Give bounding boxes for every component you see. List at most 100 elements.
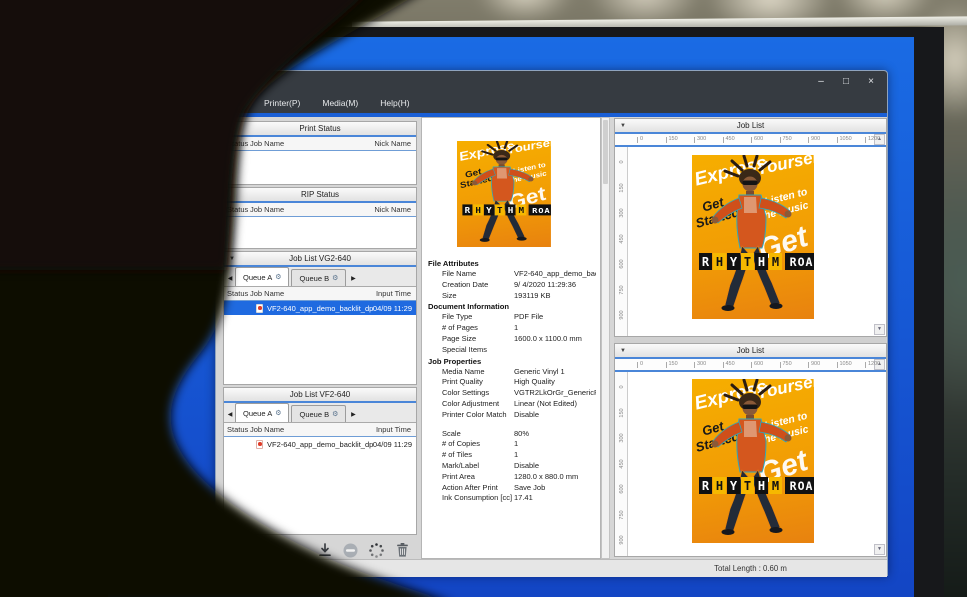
- ruler-tick-label: 300: [619, 432, 625, 444]
- preview-canvas: 0150300450600750900 Express Yourself Lis…: [615, 147, 886, 336]
- monitor-screen-desktop: – □ × Printer(P) Media(M) Help(H) Pri: [108, 37, 914, 597]
- ruler-tick-label: 900: [619, 309, 625, 321]
- poster-artwork: Express Yourself Listen to the music Get…: [457, 141, 551, 247]
- details-row: Ink Consumption [cc]17.41: [428, 493, 596, 504]
- ruler-tick-label: 150: [619, 182, 625, 194]
- tab-scroll-left-icon[interactable]: ◀: [225, 411, 235, 422]
- horizontal-ruler: ▲ 015030045060075090010501200: [615, 134, 886, 147]
- queue-settings-gear-icon[interactable]: ⚙: [275, 274, 281, 281]
- poster-title-letter: T: [741, 477, 754, 494]
- collapse-caret-icon[interactable]: ▼: [229, 256, 235, 262]
- poster-title-letter: H: [713, 253, 726, 270]
- tab-queue-a[interactable]: Queue A ⚙: [235, 267, 289, 286]
- maximize-button[interactable]: □: [840, 75, 852, 89]
- menu-help[interactable]: Help(H): [380, 98, 409, 108]
- ruler-tick-label: 1050: [840, 361, 852, 367]
- details-label: # of Copies: [428, 439, 514, 450]
- job-list-vf2640-header: Job List VF2-640: [224, 388, 416, 403]
- horizontal-ruler: ▲ 015030045060075090010501200: [615, 359, 886, 372]
- close-button[interactable]: ×: [865, 75, 877, 89]
- tab-scroll-right-icon[interactable]: ▶: [348, 411, 358, 422]
- queue-settings-gear-icon[interactable]: ⚙: [332, 275, 338, 282]
- pdf-file-icon: [256, 304, 263, 313]
- delete-job-trash-icon[interactable]: [394, 542, 411, 559]
- poster-title-letter: H: [755, 253, 768, 270]
- poster-title-letter: R: [462, 204, 472, 215]
- rip-status-list[interactable]: [224, 217, 416, 248]
- details-value: 80%: [514, 429, 596, 440]
- print-status-list[interactable]: [224, 151, 416, 184]
- details-label: Print Area: [428, 472, 514, 483]
- ruler-tick-label: 0: [619, 381, 625, 393]
- poster-dancer-figure: [692, 379, 814, 543]
- poster-title-letter: H: [473, 204, 483, 215]
- details-row: Color SettingsVGTR2LkOrGr_GenericPVC...: [428, 388, 596, 399]
- ruler-tick-label: 300: [697, 361, 706, 367]
- job-thumbnail: Express Yourself Listen to the music Get…: [457, 141, 551, 247]
- preview-panel-top: ▼ Job List ▲ 015030045060075090010501200…: [614, 118, 887, 337]
- details-label: Scale: [428, 429, 514, 440]
- ruler-tick-label: 900: [619, 534, 625, 546]
- details-scrollbar[interactable]: [601, 117, 610, 559]
- vg2640-queue-tabs: ◀ Queue A ⚙ Queue B ⚙ ▶: [224, 267, 416, 287]
- ruler-tick-label: 600: [754, 361, 763, 367]
- scrollbar-thumb[interactable]: [603, 120, 608, 184]
- poster-title-letter: H: [755, 477, 768, 494]
- menu-printer[interactable]: Printer(P): [264, 98, 300, 108]
- job-row-selected[interactable]: VF2-640_app_demo_backlit_dp... 04/09 11:…: [224, 301, 416, 315]
- tab-queue-b[interactable]: Queue B ⚙: [291, 405, 346, 422]
- processing-spinner-icon[interactable]: [368, 542, 385, 559]
- poster-title-letters: RHYTHM: [699, 477, 782, 494]
- minimize-button[interactable]: –: [815, 75, 827, 89]
- layout-preview-job[interactable]: Express Yourself Listen to the music Get…: [692, 379, 814, 543]
- job-details-panel: Express Yourself Listen to the music Get…: [421, 117, 601, 559]
- preview-panel-bottom: ▼ Job List ▲ 015030045060075090010501200…: [614, 343, 887, 557]
- print-status-title: Print Status: [299, 124, 340, 133]
- job-list-vf2640-title: Job List VF2-640: [290, 390, 350, 399]
- details-value: Disable: [514, 461, 596, 472]
- ruler-tick-label: 450: [619, 458, 625, 470]
- poster-title-letters: RHYTHM: [699, 253, 782, 270]
- queue-settings-gear-icon[interactable]: ⚙: [275, 410, 281, 417]
- details-value: High Quality: [514, 377, 596, 388]
- column-job-name: Job Name: [250, 425, 376, 434]
- poster-dancer-figure: [457, 141, 551, 247]
- poster-title-letter: Y: [484, 204, 494, 215]
- ruler-tick-label: 750: [619, 284, 625, 296]
- tab-scroll-right-icon[interactable]: ▶: [348, 275, 358, 286]
- ruler-tick-label: 600: [754, 136, 763, 142]
- tab-queue-a[interactable]: Queue A ⚙: [235, 403, 289, 422]
- job-list-vg2640-panel: ▼ Job List VG2-640 ◀ Queue A ⚙ Queue B ⚙: [223, 251, 417, 385]
- details-row: Action After PrintSave Job: [428, 483, 596, 494]
- collapse-caret-icon[interactable]: ▼: [620, 123, 626, 129]
- scroll-down-icon[interactable]: ▼: [874, 324, 885, 335]
- tab-scroll-left-icon[interactable]: ◀: [225, 275, 235, 286]
- menu-bar: Printer(P) Media(M) Help(H): [216, 93, 887, 113]
- download-job-icon[interactable]: [316, 542, 333, 559]
- ruler-tick-label: 0: [640, 361, 643, 367]
- hold-job-icon[interactable]: [342, 542, 359, 559]
- tab-queue-b[interactable]: Queue B ⚙: [291, 269, 346, 286]
- ruler-tick-label: 750: [619, 509, 625, 521]
- ruler-tick-label: 1200: [868, 136, 880, 142]
- layout-preview-job[interactable]: Express Yourself Listen to the music Get…: [692, 155, 814, 319]
- job-row[interactable]: VF2-640_app_demo_backlit_dp... 04/09 11:…: [224, 437, 416, 451]
- menu-media[interactable]: Media(M): [322, 98, 358, 108]
- column-job-name: Job Name: [250, 289, 376, 298]
- scroll-down-icon[interactable]: ▼: [874, 544, 885, 555]
- collapse-caret-icon[interactable]: ▼: [620, 348, 626, 354]
- rip-status-header: RIP Status: [224, 188, 416, 203]
- details-value: 17.41: [514, 493, 596, 504]
- queue-settings-gear-icon[interactable]: ⚙: [332, 411, 338, 418]
- details-value: Save Job: [514, 483, 596, 494]
- vf2640-columns: Status Job Name Input Time: [224, 423, 416, 437]
- details-label: File Name: [428, 269, 514, 280]
- poster-title-word: ROAD: [785, 477, 814, 494]
- details-label: # of Pages: [428, 323, 514, 334]
- preview-bottom-header: ▼ Job List: [615, 344, 886, 359]
- details-label: Printer Color Match: [428, 410, 514, 421]
- details-row: Creation Date9/ 4/2020 11:29:36: [428, 280, 596, 291]
- details-section-title: File Attributes: [428, 258, 596, 269]
- details-row: Print Area1280.0 x 880.0 mm: [428, 472, 596, 483]
- column-status: Status: [224, 425, 250, 434]
